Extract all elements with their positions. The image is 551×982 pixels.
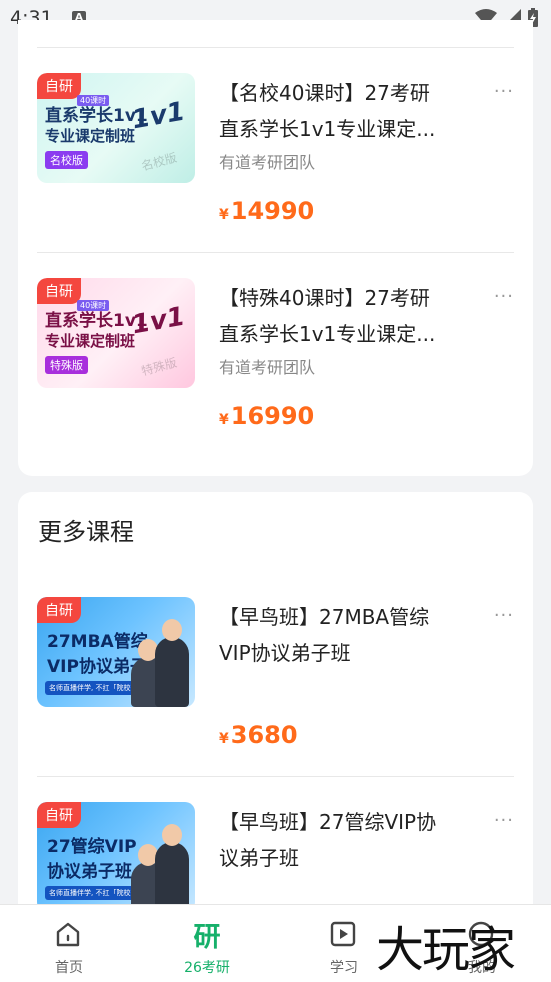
course-item-1[interactable]: 自研 40课时 直系学长1v1 专业课定制班 名校版 1v1 名校版 【名校40… <box>37 73 514 243</box>
course-price: ¥16990 <box>219 402 314 430</box>
price-value: 14990 <box>230 197 315 225</box>
course-title[interactable]: 【特殊40课时】27考研 直系学长1v1专业课定... <box>219 280 479 352</box>
course-title[interactable]: 【名校40课时】27考研 直系学长1v1专业课定... <box>219 75 479 147</box>
tab-home[interactable]: 首页 <box>14 905 124 982</box>
course-item-3[interactable]: 自研 27MBA管综 VIP协议弟子班 名师直播伴学, 不扛「院校选」套读 【早… <box>37 597 514 767</box>
teacher-figure <box>155 619 189 707</box>
more-courses-card: 更多课程 自研 27MBA管综 VIP协议弟子班 名师直播伴学, 不扛「院校选」… <box>18 492 533 912</box>
course-author: 有道考研团队 <box>219 153 316 172</box>
title-line2: 直系学长1v1专业课定... <box>219 117 436 141</box>
watermark-text: 大玩家 <box>376 922 516 978</box>
price-value: 16990 <box>230 402 315 430</box>
more-options-icon[interactable]: ··· <box>494 810 514 831</box>
teacher-figure <box>155 824 189 912</box>
tag-badge: 自研 <box>37 802 81 828</box>
title-line1: 【名校40课时】27考研 <box>219 81 430 105</box>
course-item-2[interactable]: 自研 40课时 直系学长1v1 专业课定制班 特殊版 1v1 特殊版 【特殊40… <box>37 278 514 448</box>
tab-label: 26考研 <box>184 960 230 976</box>
course-author: 有道考研团队 <box>219 358 316 377</box>
course-price: ¥3680 <box>219 721 298 749</box>
course-title[interactable]: 【早鸟班】27管综VIP协 议弟子班 <box>219 804 479 876</box>
title-line1: 【早鸟班】27管综VIP协 <box>219 810 437 834</box>
title-line2: 直系学长1v1专业课定... <box>219 322 436 346</box>
more-options-icon[interactable]: ··· <box>494 286 514 307</box>
course-title[interactable]: 【早鸟班】27MBA管综 VIP协议弟子班 <box>219 599 479 671</box>
play-icon <box>330 921 356 947</box>
thumb-line1: 27MBA管综 <box>47 632 148 652</box>
title-line2: VIP协议弟子班 <box>219 641 351 665</box>
divider <box>37 776 514 777</box>
tab-26kaoyan[interactable]: 研 26考研 <box>152 905 262 982</box>
course-thumbnail[interactable]: 自研 27MBA管综 VIP协议弟子班 名师直播伴学, 不扛「院校选」套读 <box>37 597 195 707</box>
thumb-line2: 协议弟子班 <box>47 862 132 882</box>
section-title: 更多课程 <box>38 518 134 546</box>
thumb-badge: 名校版 <box>45 151 88 169</box>
home-icon <box>56 922 80 947</box>
tag-badge: 自研 <box>37 278 81 304</box>
thumb-badge: 特殊版 <box>45 356 88 374</box>
thumb-line2: 专业课定制班 <box>45 332 136 350</box>
course-thumbnail[interactable]: 自研 40课时 直系学长1v1 专业课定制班 名校版 1v1 名校版 <box>37 73 195 183</box>
more-options-icon[interactable]: ··· <box>494 605 514 626</box>
thumb-version: 名校版 <box>139 150 179 174</box>
title-line1: 【特殊40课时】27考研 <box>219 286 430 310</box>
course-price: ¥14990 <box>219 197 314 225</box>
title-line1: 【早鸟班】27MBA管综 <box>219 605 430 629</box>
divider <box>37 252 514 253</box>
thumb-line1: 27管综VIP <box>47 837 137 857</box>
course-list-card: 自研 40课时 直系学长1v1 专业课定制班 名校版 1v1 名校版 【名校40… <box>18 20 533 476</box>
course-thumbnail[interactable]: 自研 40课时 直系学长1v1 专业课定制班 特殊版 1v1 特殊版 <box>37 278 195 388</box>
yan-icon: 研 <box>193 922 221 953</box>
currency-symbol: ¥ <box>219 412 229 428</box>
course-thumbnail[interactable]: 自研 27管综VIP 协议弟子班 名师直播伴学, 不扛「院校选」套读 <box>37 802 195 912</box>
tag-badge: 自研 <box>37 73 81 99</box>
price-value: 3680 <box>230 721 298 749</box>
thumb-line2: 专业课定制班 <box>45 127 136 145</box>
thumb-version: 特殊版 <box>139 355 179 379</box>
tag-badge: 自研 <box>37 597 81 623</box>
currency-symbol: ¥ <box>219 731 229 747</box>
more-options-icon[interactable]: ··· <box>494 81 514 102</box>
title-line2: 议弟子班 <box>219 846 299 870</box>
currency-symbol: ¥ <box>219 207 229 223</box>
divider <box>37 47 514 48</box>
tab-label: 首页 <box>55 960 83 976</box>
